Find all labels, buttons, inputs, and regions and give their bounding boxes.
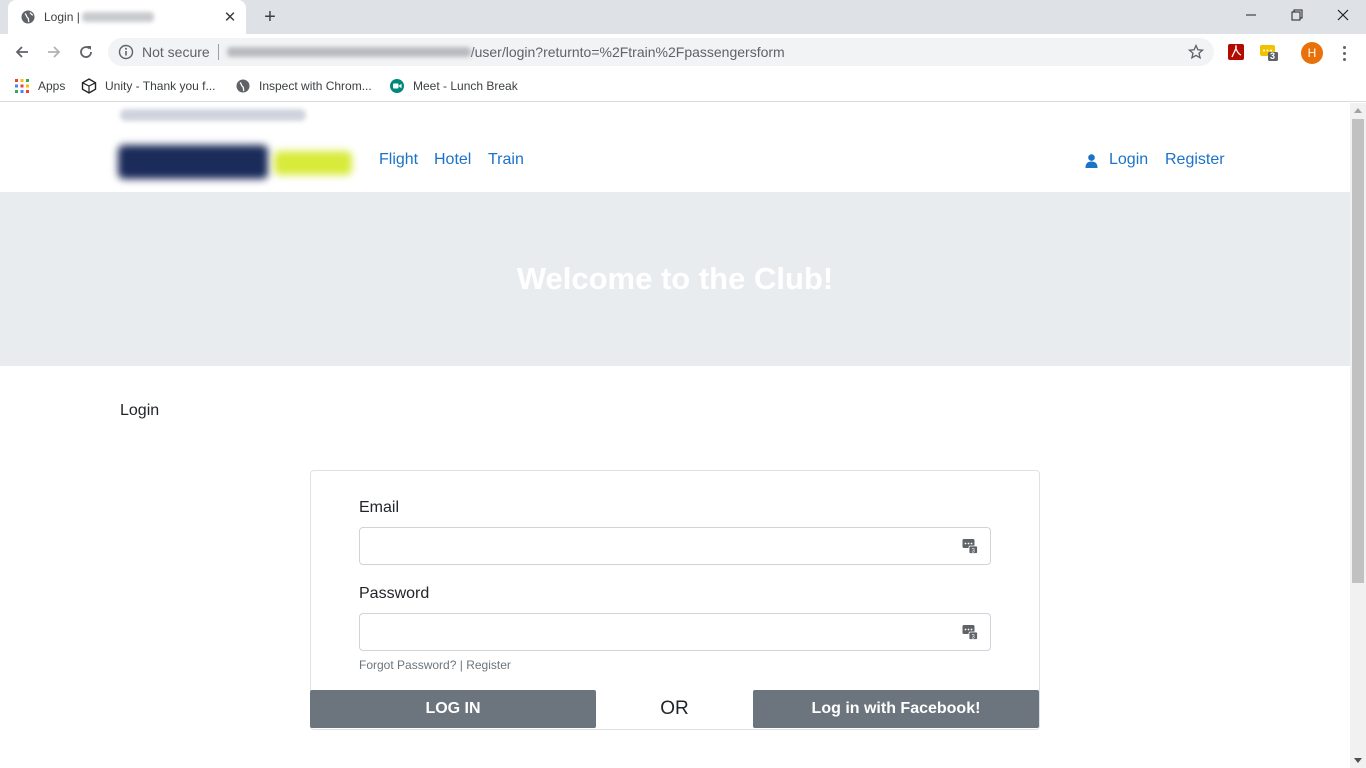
nav-hotel[interactable]: Hotel (434, 151, 471, 169)
browser-toolbar: Not secure /user/login?returnto=%2Ftrain… (0, 34, 1366, 70)
apps-grid-icon (14, 78, 30, 94)
facebook-login-button[interactable]: Log in with Facebook! (753, 690, 1039, 728)
link-separator: | (459, 658, 463, 672)
extension-badge: 3 (1270, 51, 1276, 61)
password-extension-icon[interactable]: 3 (1259, 42, 1279, 62)
back-arrow-icon[interactable] (10, 40, 34, 64)
nav-train[interactable]: Train (488, 151, 524, 169)
hero-title: Welcome to the Club! (516, 261, 834, 296)
bookmark-label: Meet - Lunch Break (413, 79, 518, 93)
bookmarks-bar: Apps Unity - Thank you f... Inspect with… (0, 70, 1366, 102)
bookmark-label: Inspect with Chrom... (259, 79, 372, 93)
user-icon (1085, 154, 1098, 168)
acrobat-extension-icon[interactable] (1226, 42, 1246, 62)
security-label: Not secure (142, 44, 210, 60)
forgot-password-link[interactable]: Forgot Password? (359, 658, 456, 672)
meet-icon (389, 78, 405, 94)
forward-arrow-icon[interactable] (42, 40, 66, 64)
nav-flight[interactable]: Flight (379, 151, 418, 169)
globe-icon (235, 78, 251, 94)
or-divider: OR (660, 698, 689, 719)
password-label: Password (359, 585, 430, 602)
auth-links: Forgot Password? | Register (359, 658, 511, 672)
new-tab-button[interactable]: + (258, 6, 282, 28)
scroll-down-arrow-icon[interactable] (1354, 758, 1362, 763)
url-path: /user/login?returnto=%2Ftrain%2Fpassenge… (470, 44, 785, 60)
restore-button[interactable] (1274, 0, 1320, 30)
scrollbar-thumb[interactable] (1352, 119, 1364, 583)
bookmark-apps[interactable]: Apps (14, 76, 65, 96)
hero-banner: Welcome to the Club! (0, 192, 1350, 366)
globe-icon (20, 9, 36, 25)
tab-title: Login | (44, 10, 80, 24)
password-manager-icon[interactable]: 3 (962, 538, 978, 554)
nav-login[interactable]: Login (1109, 151, 1148, 169)
browser-tab[interactable]: Login | ✕ (8, 0, 246, 34)
close-window-button[interactable] (1320, 0, 1366, 30)
info-icon[interactable] (118, 44, 134, 60)
minimize-button[interactable] (1228, 0, 1274, 30)
log-in-button[interactable]: LOG IN (310, 690, 596, 728)
password-field[interactable]: 3 (359, 613, 991, 651)
browser-menu-icon[interactable] (1336, 42, 1352, 64)
site-url-strip-redacted (120, 109, 306, 121)
bookmark-unity[interactable]: Unity - Thank you f... (81, 76, 216, 96)
password-manager-icon[interactable]: 3 (962, 624, 978, 640)
unity-icon (81, 78, 97, 94)
profile-avatar[interactable]: H (1301, 42, 1323, 64)
bookmark-label: Apps (38, 79, 66, 93)
close-tab-icon[interactable]: ✕ (222, 9, 238, 26)
url-host-redacted (226, 47, 471, 57)
tab-strip: Login | ✕ + (0, 0, 1366, 34)
email-label: Email (359, 499, 400, 516)
email-field[interactable]: 3 (359, 527, 991, 565)
bookmark-star-icon[interactable] (1188, 44, 1204, 60)
reload-icon[interactable] (74, 40, 98, 64)
bookmark-inspect[interactable]: Inspect with Chrom... (235, 76, 372, 96)
page-title: Login (120, 402, 160, 419)
bookmark-label: Unity - Thank you f... (105, 79, 216, 93)
address-separator (217, 44, 219, 60)
scroll-up-arrow-icon[interactable] (1354, 108, 1362, 113)
nav-register[interactable]: Register (1165, 151, 1225, 169)
address-bar[interactable]: Not secure /user/login?returnto=%2Ftrain… (108, 38, 1214, 66)
register-link[interactable]: Register (466, 658, 511, 672)
tab-title-redacted (81, 12, 154, 22)
page-viewport: Flight Hotel Train Login Register Welcom… (0, 103, 1350, 768)
page-scrollbar[interactable] (1350, 103, 1366, 768)
bookmark-meet[interactable]: Meet - Lunch Break (389, 76, 518, 96)
site-logo[interactable] (118, 141, 356, 183)
